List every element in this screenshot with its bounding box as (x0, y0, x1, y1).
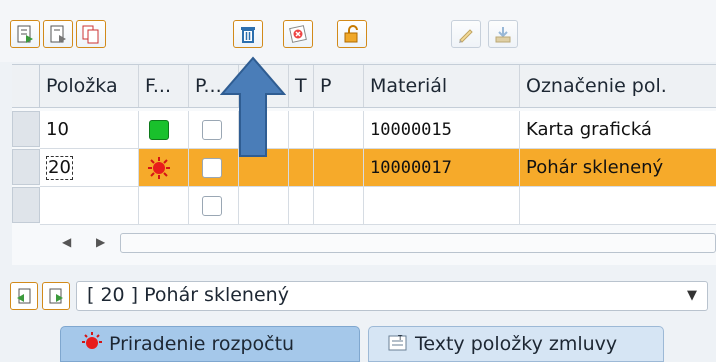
header-f[interactable]: F... (139, 65, 189, 107)
delete-x-icon (289, 25, 307, 43)
cancel-button[interactable] (283, 20, 313, 48)
details-icon (17, 25, 33, 43)
cell-t[interactable] (289, 187, 314, 225)
next-item-button[interactable] (42, 282, 70, 310)
tab-label: Texty položky zmluvy (415, 333, 618, 355)
cell-material[interactable] (364, 187, 520, 225)
header-row-selector[interactable] (12, 65, 40, 107)
row-checkbox[interactable] (202, 196, 222, 216)
trash-icon (241, 27, 255, 43)
cell-item[interactable]: 10 (40, 111, 139, 149)
cell-description[interactable]: Pohár sklenený (520, 149, 716, 187)
tab-strip: Priradenie rozpočtu T Texty položky zmlu… (0, 320, 716, 362)
edit-button[interactable] (451, 20, 481, 48)
item-selector-bar: [ 20 ] Pohár sklenený ▼ (0, 278, 716, 318)
table-row[interactable]: 10 10000015 Karta grafická (12, 111, 716, 149)
item-select[interactable]: [ 20 ] Pohár sklenený ▼ (76, 281, 708, 311)
pencil-icon (459, 29, 473, 43)
cell-material[interactable]: 10000015 (364, 111, 520, 149)
cell-item[interactable] (40, 187, 139, 225)
text-document-icon: T (388, 334, 407, 351)
header-polozka[interactable]: Položka (40, 65, 139, 107)
details-alt-button[interactable] (43, 20, 73, 48)
cell-description[interactable]: Karta grafická (520, 111, 716, 149)
unlock-icon (344, 25, 358, 43)
scroll-track[interactable] (120, 233, 716, 253)
red-status-icon (148, 157, 170, 179)
annotation-arrow-icon (220, 56, 286, 157)
scroll-left-icon[interactable]: ◀ (62, 235, 71, 249)
header-t[interactable]: T (289, 65, 314, 107)
cell-p[interactable] (314, 187, 364, 225)
copy-button[interactable] (76, 20, 106, 48)
table-header: Položka F... P... T P Materiál Označenie… (12, 65, 716, 108)
cell-status (139, 187, 189, 225)
details-alt-icon (50, 25, 66, 43)
cell-empty[interactable] (239, 187, 289, 225)
green-status-icon (149, 120, 169, 140)
download-icon (495, 27, 511, 43)
cell-status (139, 149, 189, 187)
delete-row-button[interactable] (233, 20, 263, 48)
download-button[interactable] (488, 20, 518, 48)
copy-icon (82, 25, 99, 44)
cell-material[interactable]: 10000017 (364, 149, 520, 187)
header-description[interactable]: Označenie pol. (520, 65, 716, 107)
red-status-icon (82, 332, 102, 349)
focused-item-value[interactable]: 20 (46, 156, 73, 180)
cell-t[interactable] (289, 149, 314, 187)
row-checkbox[interactable] (202, 120, 222, 140)
header-p2[interactable]: P (314, 65, 364, 107)
item-select-value: [ 20 ] Pohár sklenený (87, 284, 289, 306)
prev-item-button[interactable] (10, 282, 38, 310)
scroll-right-icon[interactable]: ▶ (96, 235, 105, 249)
toolbar (0, 0, 716, 62)
cell-p[interactable] (314, 149, 364, 187)
svg-text:T: T (397, 334, 403, 342)
cell-t[interactable] (289, 111, 314, 149)
row-selector[interactable] (12, 187, 40, 223)
unlock-button[interactable] (337, 20, 367, 48)
details-button[interactable] (10, 20, 40, 48)
row-selector[interactable] (12, 111, 40, 147)
prev-item-icon (17, 288, 31, 304)
cell-status (139, 111, 189, 149)
row-checkbox[interactable] (202, 158, 222, 178)
cell-p[interactable] (314, 111, 364, 149)
cell-checkbox[interactable] (189, 187, 239, 225)
cell-item[interactable]: 20 (40, 149, 139, 187)
row-selector[interactable] (12, 149, 40, 185)
table-row[interactable] (12, 187, 716, 225)
chevron-down-icon[interactable]: ▼ (687, 288, 697, 303)
tab-label: Priradenie rozpočtu (109, 333, 295, 355)
horizontal-scrollbar[interactable]: ◀ ▶ (12, 227, 716, 261)
next-item-icon (49, 288, 63, 304)
cell-description[interactable] (520, 187, 716, 225)
header-material[interactable]: Materiál (364, 65, 520, 107)
table-row-selected[interactable]: 20 10000017 Pohár sklenený (12, 149, 716, 187)
items-table: Položka F... P... T P Materiál Označenie… (12, 64, 716, 265)
